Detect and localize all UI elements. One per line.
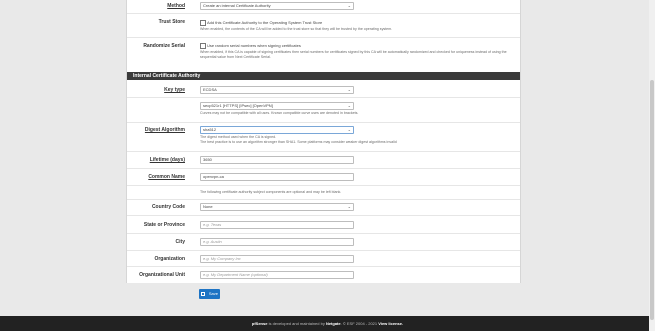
divider (127, 233, 520, 234)
section-title: Internal Certificate Authority (133, 73, 201, 79)
org-unit-label: Organizational Unit (139, 272, 185, 278)
divider (127, 37, 520, 38)
country-select[interactable]: None ⌄ (200, 203, 354, 211)
randomize-serial-label: Randomize Serial (143, 43, 185, 49)
divider (127, 266, 520, 267)
footer-text-1: is developed and maintained by (267, 321, 326, 326)
method-select-value: Create an internal Certificate Authority (203, 3, 271, 8)
randomize-serial-help: When enabled, if this CA is capable of s… (200, 50, 507, 59)
divider (127, 250, 520, 251)
save-button[interactable]: Save (199, 289, 220, 299)
lifetime-input[interactable]: 3650 (200, 156, 354, 164)
form-panel: Method Create an internal Certificate Au… (126, 0, 521, 283)
footer-brand: pfSense (251, 321, 268, 326)
scrollbar-thumb[interactable] (650, 80, 654, 320)
state-input[interactable]: e.g. Texas (200, 221, 354, 229)
digest-value: sha512 (203, 127, 217, 132)
save-button-label: Save (208, 291, 218, 296)
organization-label: Organization (154, 256, 185, 262)
chevron-down-icon: ⌄ (347, 103, 351, 108)
curve-select[interactable]: secp521r1 [HTTPS] [IPsec] [OpenVPN] ⌄ (200, 102, 354, 110)
city-input[interactable]: e.g. Austin (200, 238, 354, 246)
key-type-label: Key type (164, 87, 185, 93)
digest-help-2: The best practice is to use an algorithm… (200, 140, 397, 144)
footer-text-2: . © ESF 2004 - 2021 (340, 321, 379, 326)
digest-label: Digest Algorithm (144, 127, 185, 133)
method-select[interactable]: Create an internal Certificate Authority… (200, 2, 354, 10)
curve-help: Curves may not be compatible with all us… (200, 111, 359, 115)
divider (127, 97, 520, 98)
city-label: City (175, 239, 185, 245)
trust-store-checkbox[interactable] (200, 20, 206, 26)
trust-store-help: When enabled, the contents of the CA wil… (200, 27, 393, 31)
digest-help-1: The digest method used when the CA is si… (200, 135, 277, 139)
randomize-serial-checkbox[interactable] (200, 43, 206, 49)
trust-store-label: Trust Store (158, 19, 185, 25)
divider (127, 199, 520, 200)
scrollbar[interactable] (649, 0, 655, 331)
curve-value: secp521r1 [HTTPS] [IPsec] [OpenVPN] (203, 103, 273, 108)
chevron-down-icon: ⌄ (347, 87, 351, 92)
footer-company-link[interactable]: Netgate (326, 321, 341, 326)
lifetime-label: Lifetime (days) (149, 157, 185, 163)
common-name-label: Common Name (148, 174, 185, 180)
key-type-select[interactable]: ECDSA ⌄ (200, 86, 354, 94)
org-unit-input[interactable]: e.g. My Department Name (optional) (200, 271, 354, 279)
divider (127, 151, 520, 152)
save-icon (201, 292, 205, 296)
trust-store-checkbox-text: Add this Certificate Authority to the Op… (207, 20, 323, 25)
divider (127, 13, 520, 14)
country-label: Country Code (151, 204, 185, 210)
method-label: Method (167, 3, 185, 9)
common-name-input[interactable]: openvpn-ca (200, 173, 354, 181)
state-label: State or Province (143, 222, 185, 228)
digest-select[interactable]: sha512 ⌄ (200, 126, 354, 134)
chevron-down-icon: ⌄ (347, 127, 351, 132)
randomize-serial-checkbox-text: Use random serial numbers when signing c… (207, 43, 301, 48)
footer-license-link[interactable]: View license. (378, 321, 403, 326)
divider (127, 185, 520, 186)
key-type-value: ECDSA (203, 87, 217, 92)
section-header: Internal Certificate Authority (127, 72, 520, 80)
chevron-down-icon: ⌄ (347, 204, 351, 209)
divider (127, 168, 520, 169)
divider (127, 122, 520, 123)
divider (127, 215, 520, 216)
organization-input[interactable]: e.g. My Company Inc (200, 255, 354, 263)
country-value: None (203, 204, 213, 209)
chevron-down-icon: ⌄ (347, 3, 351, 8)
subject-help: The following certificate authority subj… (200, 190, 342, 194)
footer: pfSense is developed and maintained by N… (0, 316, 655, 331)
